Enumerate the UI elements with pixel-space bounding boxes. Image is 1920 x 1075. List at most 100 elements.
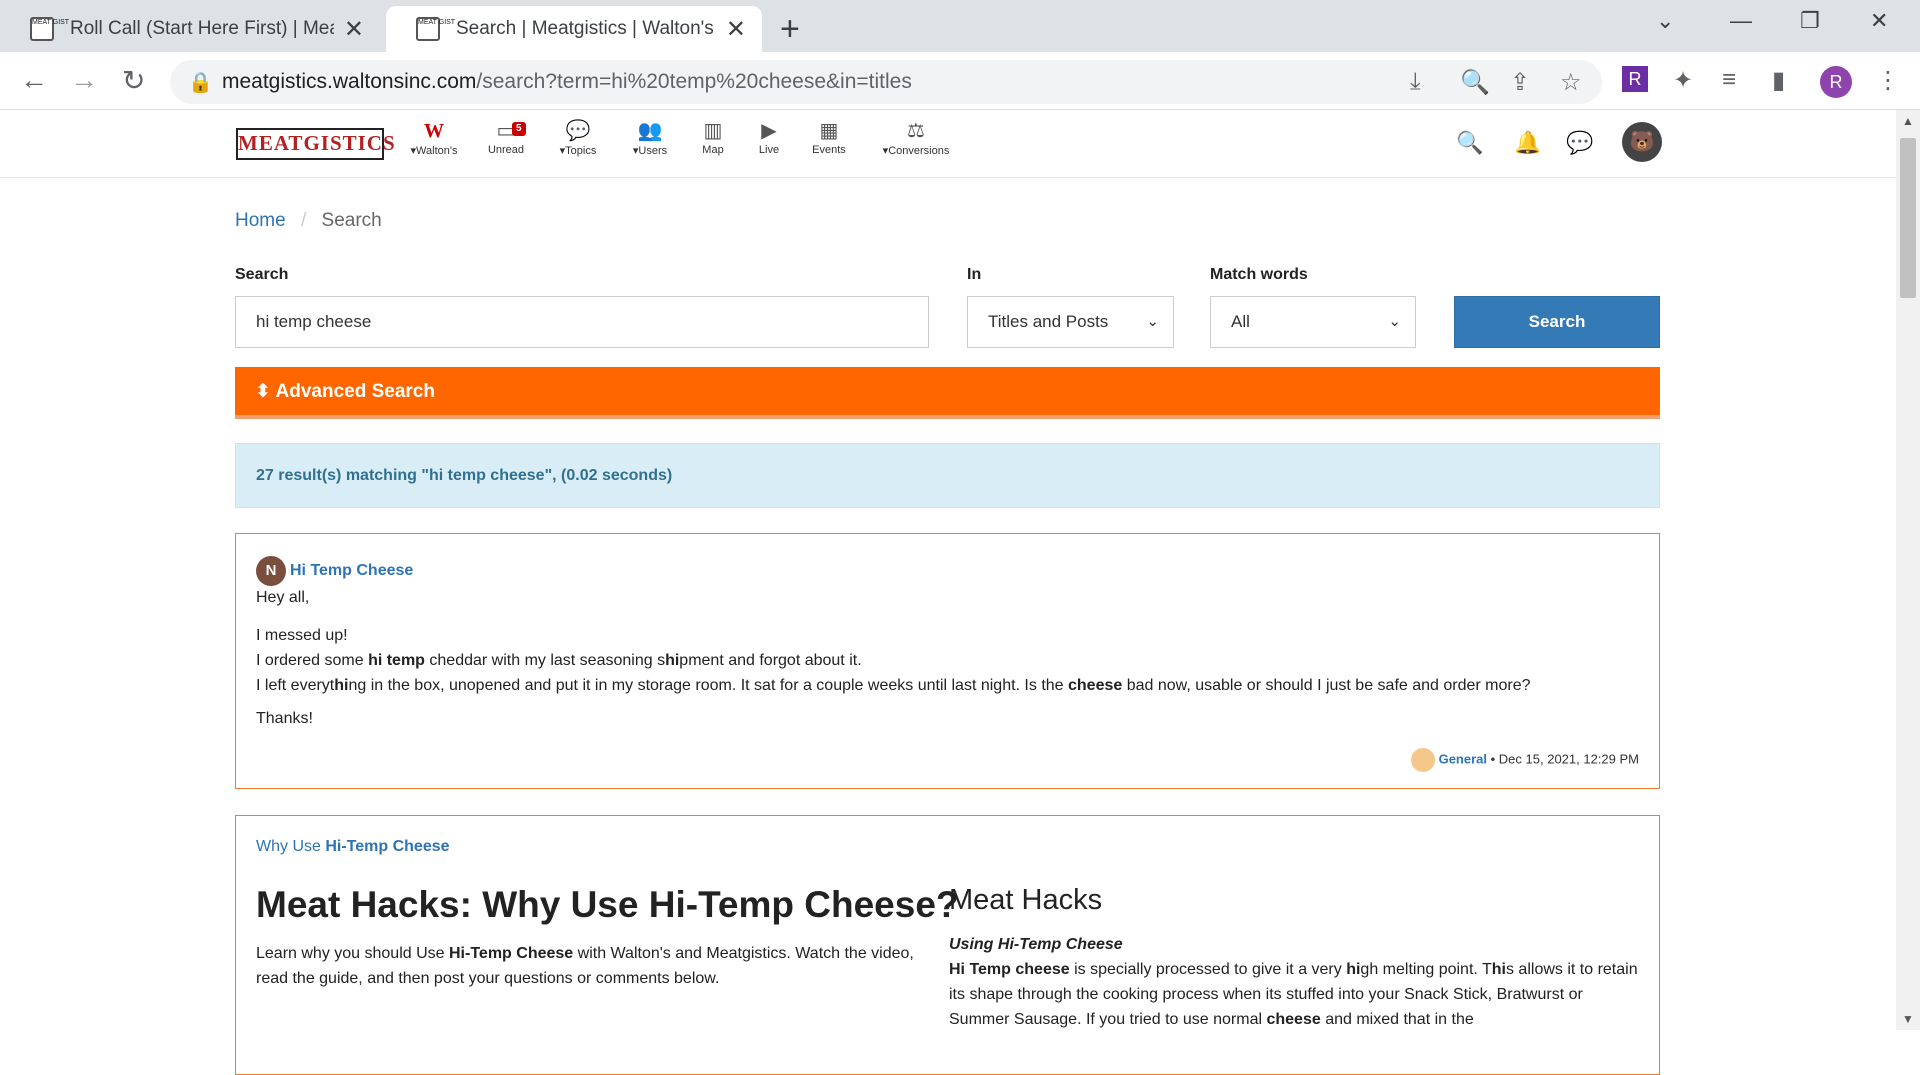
post-text-body: I messed up! I ordered some hi temp chedd… [256,627,1531,694]
meatgistics-logo[interactable]: MEATGISTICS [236,128,395,160]
result-title-link[interactable]: N Hi Temp Cheese [256,556,413,586]
extension-r-icon[interactable]: R [1622,66,1648,92]
new-tab-button[interactable]: + [780,10,800,49]
chevron-down-icon: ⌄ [1388,313,1401,330]
search-label: Search [235,266,289,283]
site-navbar: MEATGISTICS W ▾Walton's ▭ 5 Unread 💬 ▾To… [0,110,1896,178]
profile-avatar[interactable]: R [1820,66,1852,98]
advanced-search-toggle[interactable]: ⬍ Advanced Search [235,367,1660,419]
chat-icon[interactable]: 💬 [1566,130,1593,156]
search-icon[interactable]: 🔍 [1456,130,1483,156]
extensions-puzzle-icon[interactable]: ✦ [1673,66,1693,95]
side-subheading: Using Hi-Temp Cheese [949,936,1123,953]
tab-roll-call[interactable]: MEAT GIST Roll Call (Start Here First) |… [0,6,380,52]
in-select-value: Titles and Posts [988,312,1109,331]
nav-label: Events [812,144,846,156]
media-control-icon[interactable]: ≡ [1722,66,1736,94]
menu-kebab-icon[interactable]: ⋮ [1876,66,1900,95]
match-words-label: Match words [1210,266,1308,283]
result-title-plain: Why Use [256,838,326,855]
breadcrumb-home[interactable]: Home [235,210,286,231]
side-panel-icon[interactable]: ▮ [1772,66,1785,95]
article-heading: Meat Hacks: Why Use Hi-Temp Cheese? [256,884,959,925]
author-avatar[interactable]: N [256,556,286,586]
back-icon[interactable]: ← [20,64,48,96]
scale-icon: ⚖ [907,120,925,142]
meatgistics-favicon: MEAT GIST [30,17,69,41]
scroll-up-icon[interactable]: ▲ [1902,114,1914,128]
tab-strip: MEAT GIST Roll Call (Start Here First) |… [0,0,1920,52]
match-select-value: All [1231,312,1250,331]
in-label: In [967,266,982,283]
post-date: Dec 15, 2021, 12:29 PM [1498,751,1639,767]
waltons-w-icon: W [424,120,444,142]
install-icon[interactable]: ⤓ [1410,68,1421,96]
bookmark-star-icon[interactable]: ☆ [1560,68,1582,97]
result-title-link[interactable]: Why Use Hi-Temp Cheese [256,838,450,856]
category-link[interactable]: General [1439,751,1487,766]
close-window-icon[interactable]: ✕ [1870,8,1888,34]
post-text-greeting: Hey all, [256,589,310,606]
minimize-icon[interactable]: — [1730,8,1752,34]
post-text-closing: Thanks! [256,710,313,727]
breadcrumb-separator: / [300,210,307,231]
nav-label: Users [638,145,668,157]
calendar-icon: ▦ [819,120,839,142]
side-heading: Meat Hacks [949,884,1103,916]
notifications-bell-icon[interactable]: 🔔 [1514,130,1541,156]
address-bar[interactable]: 🔒 meatgistics.waltonsinc.com/search?term… [170,60,1602,104]
nav-waltons[interactable]: W ▾Walton's [394,118,474,157]
forward-icon[interactable]: → [70,64,98,96]
nav-label: Map [702,144,724,156]
result-title: Hi Temp Cheese [290,562,414,580]
meatgistics-favicon: MEAT GIST [416,17,455,41]
result-meta: General • Dec 15, 2021, 12:29 PM [1410,748,1639,772]
url-text[interactable]: meatgistics.waltonsinc.com/search?term=h… [222,70,912,94]
match-words-select[interactable]: All ⌄ [1210,296,1416,348]
lock-icon[interactable]: 🔒 [188,70,213,95]
in-select[interactable]: Titles and Posts ⌄ [967,296,1174,348]
advanced-search-label: Advanced Search [275,381,435,402]
search-input[interactable]: hi temp cheese [235,296,929,348]
share-icon[interactable]: ⇪ [1510,68,1530,97]
nav-label: Conversions [888,145,950,157]
page-scrollbar[interactable]: ▲ ▼ [1896,110,1920,1030]
comments-icon: 💬 [565,120,591,142]
nav-unread[interactable]: ▭ 5 Unread [466,118,546,156]
nav-label: Unread [487,144,525,156]
user-avatar[interactable]: 🐻 [1622,122,1662,162]
nav-topics[interactable]: 💬 ▾Topics [538,118,618,157]
restore-icon[interactable]: ❐ [1800,8,1820,34]
scrollbar-thumb[interactable] [1900,138,1916,298]
tab-search[interactable]: MEAT GIST Search | Meatgistics | Walton'… [386,6,762,52]
inbox-icon: ▭ [496,120,516,142]
tab-title: Search | Meatgistics | Walton's [456,18,714,39]
nav-events[interactable]: ▦ Events [789,118,869,156]
nav-label: Topics [565,145,597,157]
result-card: Why Use Hi-Temp Cheese Meat Hacks: Why U… [235,815,1660,1075]
close-tab-icon[interactable]: ✕ [344,15,364,44]
unread-badge: 5 [512,122,526,136]
sort-icon: ⬍ [255,381,271,402]
tab-title: Roll Call (Start Here First) | Meatg [70,18,334,39]
url-path: /search?term=hi%20temp%20cheese&in=title… [476,70,912,93]
chevron-down-icon: ⌄ [1146,313,1159,330]
side-text: Using Hi-Temp Cheese Hi Temp cheese is sp… [949,936,1638,1028]
tab-search-dropdown-icon[interactable]: ⌄ [1656,8,1674,34]
category-icon [1410,748,1435,772]
scroll-down-icon[interactable]: ▼ [1902,1012,1914,1026]
results-info: 27 result(s) matching "hi temp cheese", … [235,443,1660,508]
result-title-bold: Hi-Temp Cheese [325,838,450,855]
nav-label: Live [758,144,780,156]
search-button[interactable]: Search [1454,296,1660,348]
url-domain: meatgistics.waltonsinc.com [222,70,477,93]
browser-toolbar: ← → ↻ 🔒 meatgistics.waltonsinc.com/searc… [0,52,1920,110]
nav-label: Walton's [416,145,458,157]
result-card: N Hi Temp Cheese Hey all, I messed up! I o… [235,533,1660,789]
reload-icon[interactable]: ↻ [122,64,145,97]
article-intro: Learn why you should Use Hi-Temp Cheese … [256,945,914,987]
zoom-icon[interactable]: 🔍 [1460,68,1490,97]
breadcrumb: Home / Search [235,210,382,232]
close-tab-icon[interactable]: ✕ [726,15,746,44]
nav-conversions[interactable]: ⚖ ▾Conversions [874,118,958,157]
